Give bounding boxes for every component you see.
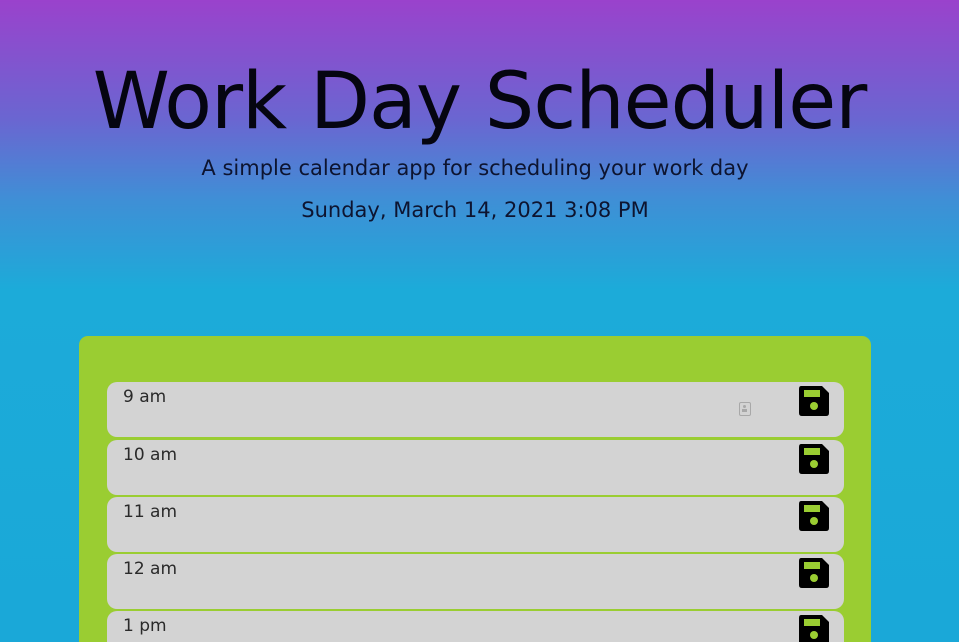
hour-label: 9 am: [123, 387, 167, 407]
time-block-row: 1 pm: [107, 611, 844, 642]
save-button[interactable]: [798, 385, 830, 417]
schedule-container: 9 am 10 am 11 am 12 am 1 pm: [79, 336, 871, 642]
save-icon: [799, 558, 829, 588]
time-block-row: 10 am: [107, 440, 844, 495]
save-button[interactable]: [798, 614, 830, 642]
event-input[interactable]: [197, 497, 777, 552]
event-input[interactable]: [197, 382, 777, 437]
time-block-row: 9 am: [107, 382, 844, 437]
save-icon: [799, 501, 829, 531]
page-title: Work Day Scheduler: [92, 57, 868, 147]
time-block-row: 12 am: [107, 554, 844, 609]
hour-label: 1 pm: [123, 616, 167, 636]
save-button[interactable]: [798, 443, 830, 475]
page-subtitle: A simple calendar app for scheduling you…: [201, 156, 749, 180]
event-input[interactable]: [197, 440, 777, 495]
hour-label: 11 am: [123, 502, 178, 522]
hour-label: 12 am: [123, 559, 178, 579]
event-input[interactable]: [197, 554, 777, 609]
contact-card-icon: [739, 402, 751, 416]
current-datetime: Sunday, March 14, 2021 3:08 PM: [301, 198, 649, 222]
save-button[interactable]: [798, 557, 830, 589]
time-block-row: 11 am: [107, 497, 844, 552]
hour-label: 10 am: [123, 445, 178, 465]
save-icon: [799, 615, 829, 642]
save-icon: [799, 386, 829, 416]
event-input[interactable]: [197, 611, 777, 642]
save-icon: [799, 444, 829, 474]
save-button[interactable]: [798, 500, 830, 532]
